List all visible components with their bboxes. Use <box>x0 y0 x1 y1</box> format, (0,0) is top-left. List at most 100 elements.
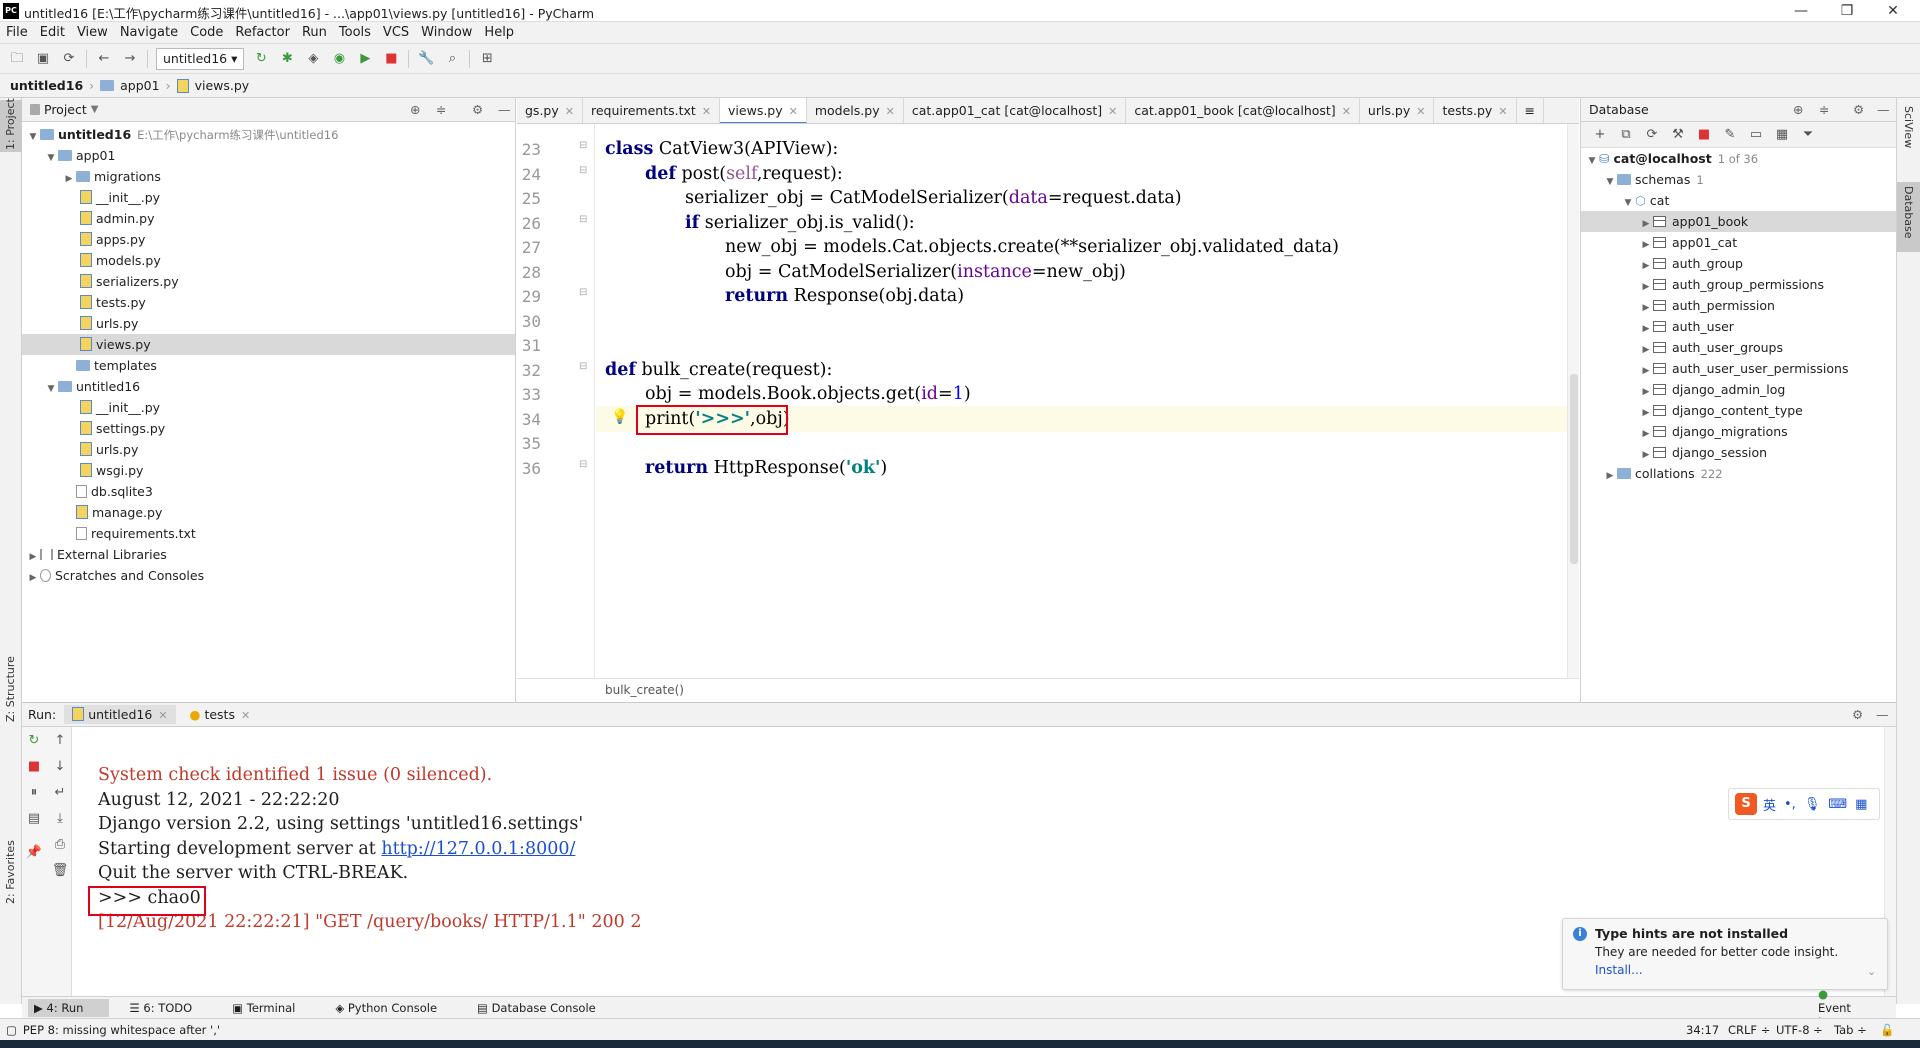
fold-marker-icon[interactable]: ⊟ <box>579 165 587 176</box>
menu-edit[interactable]: Edit <box>34 22 71 44</box>
locate-icon[interactable]: ⊕ <box>410 102 420 117</box>
debug-icon[interactable]: ✱ <box>276 48 298 70</box>
fold-marker-icon[interactable]: ⊟ <box>579 287 587 298</box>
tab-models[interactable]: models.py ✕ <box>807 98 904 123</box>
tree-item-file[interactable]: __init__.py <box>22 187 515 208</box>
pause-icon[interactable]: ⏸ <box>24 785 44 800</box>
search-icon[interactable]: ⌕ <box>441 48 463 70</box>
tree-item-file[interactable]: admin.py <box>22 208 515 229</box>
caret-position[interactable]: 34:17 <box>1686 1023 1719 1037</box>
favorites-tool-tab[interactable]: 2: Favorites <box>4 840 17 904</box>
nav-crumb-folder[interactable]: app01 <box>120 78 159 93</box>
db-table[interactable]: ▶ app01_cat <box>1581 232 1896 253</box>
tree-item-root[interactable]: ▼ untitled16 E:\工作\pycharm练习课件\untitled16 <box>22 124 515 145</box>
gear-icon[interactable]: ⚙ <box>1852 707 1863 722</box>
tree-item-file[interactable]: db.sqlite3 <box>22 481 515 502</box>
db-table[interactable]: ▶ django_admin_log <box>1581 379 1896 400</box>
stop-icon[interactable]: ■ <box>1693 124 1715 146</box>
tab-tests[interactable]: tests.py ✕ <box>1434 98 1517 123</box>
db-connection[interactable]: ▼ ⛁ cat@localhost 1 of 36 <box>1581 148 1896 169</box>
stop-icon[interactable]: ■ <box>24 759 44 774</box>
pin-icon[interactable]: 📌 <box>24 845 44 860</box>
tree-item-file[interactable]: manage.py <box>22 502 515 523</box>
refresh-icon[interactable]: ⟳ <box>1641 124 1663 146</box>
tree-item-selected[interactable]: views.py <box>22 334 515 355</box>
line-separator[interactable]: CRLF ÷ <box>1728 1023 1770 1037</box>
punctuation-icon[interactable]: •, <box>1784 797 1796 812</box>
menu-run[interactable]: Run <box>296 22 333 44</box>
tree-item-app01[interactable]: ▼ app01 <box>22 145 515 166</box>
tree-item-file[interactable]: models.py <box>22 250 515 271</box>
menu-help[interactable]: Help <box>478 22 520 44</box>
tab-settings[interactable]: gs.py ✕ <box>517 98 583 123</box>
tree-item-file[interactable]: requirements.txt <box>22 523 515 544</box>
tree-item-migrations[interactable]: ▶ migrations <box>22 166 515 187</box>
status-toggle-icon[interactable]: ▢ <box>6 1023 17 1037</box>
indent-setting[interactable]: Tab ÷ <box>1834 1023 1867 1037</box>
db-schema-cat[interactable]: ▼ ⬡ cat <box>1581 190 1896 211</box>
gear-icon[interactable]: ⚙ <box>1853 102 1864 117</box>
ime-language-toggle[interactable]: 英 <box>1763 795 1776 814</box>
tree-item-package[interactable]: ▼ untitled16 <box>22 376 515 397</box>
tree-item-file[interactable]: apps.py <box>22 229 515 250</box>
fold-marker-icon[interactable]: ⊟ <box>579 459 587 470</box>
db-table-selected[interactable]: ▶ app01_book <box>1581 211 1896 232</box>
forward-icon[interactable]: → <box>119 48 141 70</box>
run-tab-tests[interactable]: ● tests ✕ <box>182 705 259 724</box>
tree-item-file[interactable]: wsgi.py <box>22 460 515 481</box>
lock-icon[interactable]: 🔓 <box>1880 1023 1894 1037</box>
tab-views[interactable]: views.py ✕ <box>720 98 807 123</box>
keyboard-icon[interactable]: ⌨ <box>1828 797 1847 812</box>
db-table[interactable]: ▶ django_content_type <box>1581 400 1896 421</box>
db-table[interactable]: ▶ auth_permission <box>1581 295 1896 316</box>
trash-icon[interactable]: 🗑 <box>50 863 70 878</box>
table-icon[interactable]: ▦ <box>1771 124 1793 146</box>
tree-item-file[interactable]: __init__.py <box>22 397 515 418</box>
run-tab-untitled16[interactable]: untitled16 ✕ <box>64 705 176 724</box>
restore-button[interactable]: ❐ <box>1824 0 1870 22</box>
hide-icon[interactable]: — <box>1876 707 1889 722</box>
db-table[interactable]: ▶ auth_user <box>1581 316 1896 337</box>
wrench-icon[interactable]: 🔧 <box>415 48 437 70</box>
scroll-up-icon[interactable]: ↑ <box>50 733 70 748</box>
print-icon[interactable]: ⎙ <box>50 837 70 852</box>
database-console-tool-tab[interactable]: ▤ Database Console <box>477 1001 616 1015</box>
db-table[interactable]: ▶ auth_user_groups <box>1581 337 1896 358</box>
fold-marker-icon[interactable]: ⊟ <box>579 140 587 151</box>
db-table[interactable]: ▶ django_session <box>1581 442 1896 463</box>
code-viewport[interactable]: 23 24 25 26 27 28 29 30 31 32 33 34 35 3… <box>517 124 1579 678</box>
tab-urls[interactable]: urls.py ✕ <box>1360 98 1435 123</box>
menu-code[interactable]: Code <box>184 22 229 44</box>
vcs-icon[interactable]: ⊞ <box>476 48 498 70</box>
tab-requirements[interactable]: requirements.txt ✕ <box>583 98 721 123</box>
rerun-icon[interactable]: ↻ <box>24 733 44 748</box>
soft-wrap-icon[interactable]: ↵ <box>50 785 70 800</box>
tree-item-file[interactable]: urls.py <box>22 439 515 460</box>
tree-item-templates[interactable]: templates <box>22 355 515 376</box>
copy-icon[interactable]: ⧉ <box>1615 124 1637 146</box>
menu-window[interactable]: Window <box>415 22 478 44</box>
collapse-all-icon[interactable]: ≑ <box>436 102 446 117</box>
tree-item-file[interactable]: settings.py <box>22 418 515 439</box>
terminal-tool-tab[interactable]: ▣ Terminal <box>232 1001 315 1015</box>
nav-crumb-file[interactable]: views.py <box>195 78 250 93</box>
run-tool-tab[interactable]: ▶ 4: Run <box>28 998 110 1017</box>
project-tool-tab[interactable]: 1: Project <box>4 98 17 150</box>
db-table[interactable]: ▶ auth_group_permissions <box>1581 274 1896 295</box>
editor-breadcrumb[interactable]: bulk_create() <box>517 678 1579 702</box>
hide-icon[interactable]: — <box>1877 102 1890 117</box>
fold-marker-icon[interactable]: ⊟ <box>579 361 587 372</box>
sciview-tool-tab[interactable]: SciView <box>1902 106 1915 148</box>
tree-item-external-libraries[interactable]: ▶ External Libraries <box>22 544 515 565</box>
tree-item-file[interactable]: tests.py <box>22 292 515 313</box>
rerun-icon[interactable]: ↻ <box>250 48 272 70</box>
tab-app01-book-table[interactable]: cat.app01_book [cat@localhost] ✕ <box>1126 98 1360 123</box>
collapse-all-icon[interactable]: ≑ <box>1819 102 1829 117</box>
tab-overflow-icon[interactable]: ≡ <box>1517 98 1545 123</box>
structure-tool-tab[interactable]: Z: Structure <box>4 656 17 722</box>
todo-tool-tab[interactable]: ☰ 6: TODO <box>129 1001 212 1015</box>
add-icon[interactable]: + <box>1589 124 1611 146</box>
server-url-link[interactable]: http://127.0.0.1:8000/ <box>381 839 575 859</box>
microphone-icon[interactable]: 🎙 <box>1804 797 1821 812</box>
menu-tools[interactable]: Tools <box>333 22 377 44</box>
